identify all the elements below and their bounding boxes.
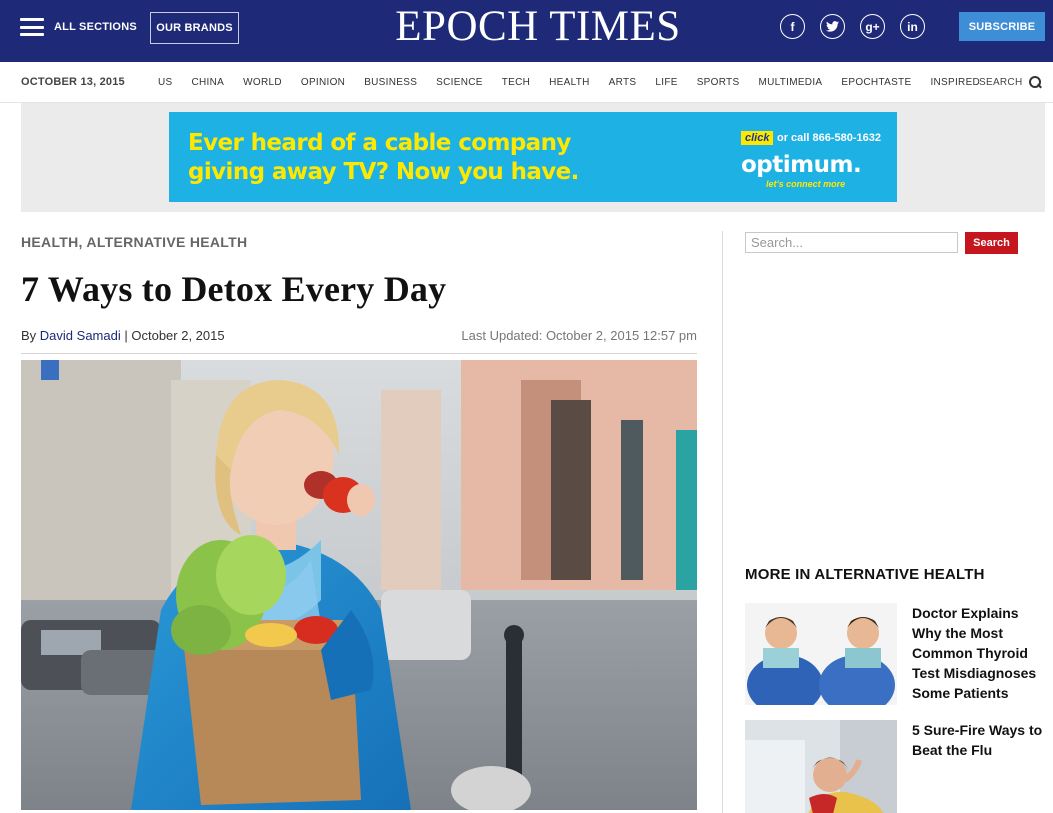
sidebar-search-input[interactable] <box>745 232 958 253</box>
nav-item-world[interactable]: WORLD <box>243 77 282 88</box>
nav-item-life[interactable]: LIFE <box>655 77 677 88</box>
byline-divider <box>21 353 697 354</box>
ad-phone-text: or call 866-580-1632 <box>777 132 881 144</box>
article-hero-image[interactable] <box>21 360 697 810</box>
by-prefix: By <box>21 328 37 343</box>
facebook-icon[interactable]: f <box>780 14 805 39</box>
related-article-thyroid[interactable]: Doctor Explains Why the Most Common Thyr… <box>745 603 1048 705</box>
related-title[interactable]: Doctor Explains Why the Most Common Thyr… <box>912 603 1048 705</box>
section-nav: OCTOBER 13, 2015 US CHINA WORLD OPINION … <box>0 62 1053 103</box>
search-icon <box>1029 76 1042 89</box>
related-thumbnail[interactable] <box>745 720 897 813</box>
optimum-logo: optimum. <box>741 152 862 178</box>
nav-item-china[interactable]: CHINA <box>192 77 225 88</box>
related-title[interactable]: 5 Sure-Fire Ways to Beat the Flu <box>912 720 1048 813</box>
site-header: ALL SECTIONS OUR BRANDS EPOCH TIMES f g+… <box>0 0 1053 62</box>
last-updated: Last Updated: October 2, 2015 12:57 pm <box>461 328 697 343</box>
more-in-heading: MORE IN ALTERNATIVE HEALTH <box>745 566 985 583</box>
ad-tagline: let's connect more <box>766 179 846 189</box>
byline-separator: | <box>124 328 128 343</box>
category-breadcrumb: HEALTH, ALTERNATIVE HEALTH <box>21 234 247 250</box>
nav-item-multimedia[interactable]: MULTIMEDIA <box>758 77 822 88</box>
nav-item-us[interactable]: US <box>158 77 173 88</box>
nav-item-inspired[interactable]: INSPIRED <box>930 77 980 88</box>
nav-search-button[interactable]: SEARCH <box>979 76 1042 89</box>
all-sections-button[interactable]: ALL SECTIONS <box>20 18 137 36</box>
sidebar-search-button[interactable]: Search <box>965 232 1018 254</box>
author-link[interactable]: David Samadi <box>40 328 121 343</box>
nav-item-opinion[interactable]: OPINION <box>301 77 345 88</box>
nav-search-label: SEARCH <box>979 77 1023 88</box>
article-title: 7 Ways to Detox Every Day <box>21 269 447 309</box>
twitter-icon[interactable] <box>820 14 845 39</box>
related-article-flu[interactable]: 5 Sure-Fire Ways to Beat the Flu <box>745 720 1048 813</box>
nav-item-epochtaste[interactable]: EPOCHTASTE <box>841 77 911 88</box>
our-brands-button[interactable]: OUR BRANDS <box>150 12 239 44</box>
optimum-banner-ad[interactable]: Ever heard of a cable company giving awa… <box>169 112 897 202</box>
nav-item-arts[interactable]: ARTS <box>609 77 637 88</box>
linkedin-icon[interactable]: in <box>900 14 925 39</box>
nav-item-health[interactable]: HEALTH <box>549 77 590 88</box>
nav-item-science[interactable]: SCIENCE <box>436 77 483 88</box>
current-date: OCTOBER 13, 2015 <box>21 76 125 88</box>
hamburger-icon <box>20 18 44 36</box>
category-health[interactable]: HEALTH <box>21 234 79 250</box>
category-alternative-health[interactable]: ALTERNATIVE HEALTH <box>86 234 247 250</box>
google-plus-icon[interactable]: g+ <box>860 14 885 39</box>
publish-date: October 2, 2015 <box>131 328 225 343</box>
site-logo[interactable]: EPOCH TIMES <box>380 4 696 50</box>
ad-headline-line2: giving away TV? Now you have. <box>188 159 579 185</box>
all-sections-label: ALL SECTIONS <box>54 21 137 33</box>
nav-items: US CHINA WORLD OPINION BUSINESS SCIENCE … <box>158 77 999 88</box>
ad-headline-line1: Ever heard of a cable company <box>188 130 571 156</box>
article-byline: By David Samadi | October 2, 2015 <box>21 328 225 343</box>
ad-click-badge: click <box>741 131 774 145</box>
nav-item-sports[interactable]: SPORTS <box>697 77 740 88</box>
column-divider <box>722 231 723 813</box>
ad-band: Ever heard of a cable company giving awa… <box>21 103 1045 212</box>
related-thumbnail[interactable] <box>745 603 897 705</box>
nav-item-tech[interactable]: TECH <box>502 77 530 88</box>
social-links: f g+ in <box>780 14 925 39</box>
nav-item-business[interactable]: BUSINESS <box>364 77 417 88</box>
ad-headline: Ever heard of a cable company giving awa… <box>188 129 579 187</box>
subscribe-button[interactable]: SUBSCRIBE <box>959 12 1045 41</box>
